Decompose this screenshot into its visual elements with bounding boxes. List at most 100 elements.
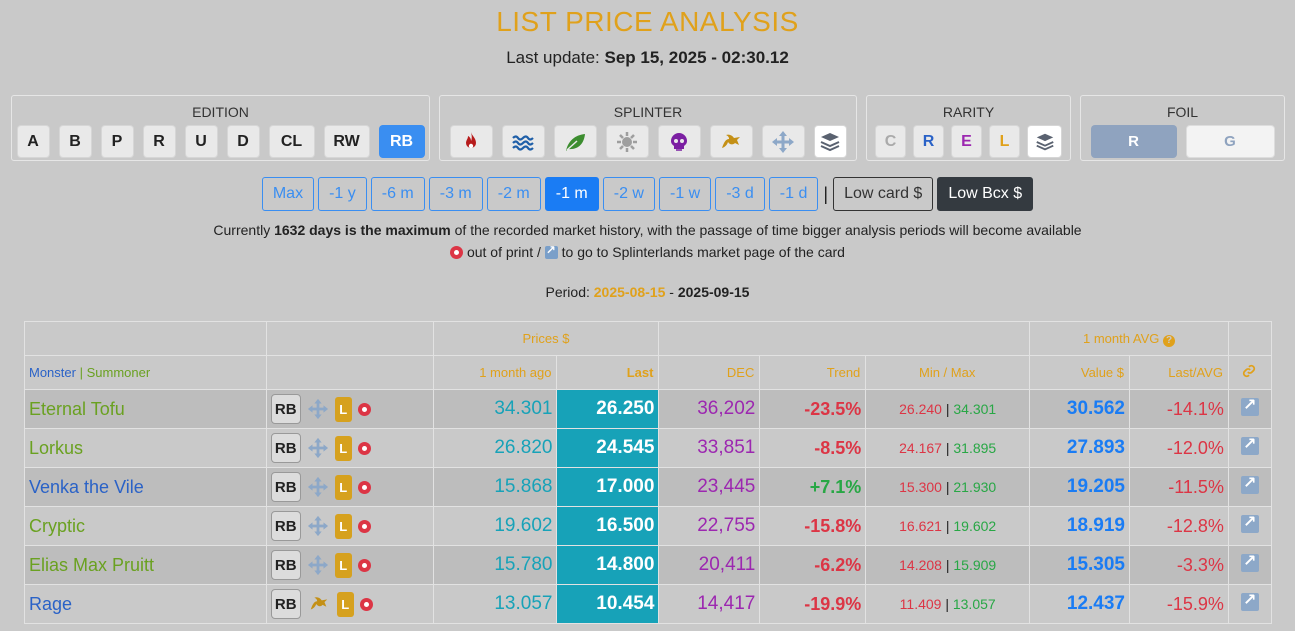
price-max: 21.930 xyxy=(953,479,997,495)
period-from: 2025-08-15 xyxy=(593,284,666,300)
edition-u-button[interactable]: U xyxy=(184,125,218,158)
card-name[interactable]: Rage xyxy=(24,584,267,624)
death-icon xyxy=(671,132,687,151)
rarity-filter: RARITY C R E L xyxy=(866,95,1071,161)
splinter-dragon-button[interactable] xyxy=(709,125,753,158)
splinter-all-button[interactable] xyxy=(813,125,847,158)
period-1m-button[interactable]: -1 m xyxy=(544,177,599,211)
period-max-button[interactable]: Max xyxy=(261,177,315,211)
period-6m-button[interactable]: -6 m xyxy=(370,177,425,211)
col-dec-header[interactable]: DEC xyxy=(658,355,761,390)
last-avg: -11.5% xyxy=(1129,467,1229,507)
splinter-water-button[interactable] xyxy=(501,125,545,158)
rarity-common-button[interactable]: C xyxy=(875,125,906,158)
splinter-fire-button[interactable] xyxy=(449,125,493,158)
col-ago-header[interactable]: 1 month ago xyxy=(432,355,558,390)
foil-gold-button[interactable]: G xyxy=(1185,125,1275,158)
dragon-icon xyxy=(722,134,740,148)
card-name[interactable]: Cryptic xyxy=(24,506,267,546)
col-lastavg-header[interactable]: Last/AVG xyxy=(1129,355,1229,390)
period-1y-button[interactable]: -1 y xyxy=(318,177,367,211)
price-min: 24.167 xyxy=(899,440,942,456)
col-last-header[interactable]: Last xyxy=(556,355,660,390)
period-1w-button[interactable]: -1 w xyxy=(658,177,712,211)
external-link-icon xyxy=(1240,512,1259,533)
card-name[interactable]: Elias Max Pruitt xyxy=(24,545,267,585)
splinter-death-button[interactable] xyxy=(657,125,701,158)
price-trend: +7.1% xyxy=(759,467,867,507)
edition-p-button[interactable]: P xyxy=(100,125,134,158)
avg-value: 18.919 xyxy=(1029,506,1131,546)
price-trend: -8.5% xyxy=(759,428,867,468)
out-of-print-icon xyxy=(357,519,371,533)
edition-d-button[interactable]: D xyxy=(226,125,260,158)
card-name[interactable]: Eternal Tofu xyxy=(24,389,267,429)
all-layers-icon xyxy=(1035,133,1054,150)
low-bcx-button[interactable]: Low Bcx $ xyxy=(937,177,1034,211)
market-link-button[interactable] xyxy=(1227,545,1273,585)
price-max: 13.057 xyxy=(952,596,996,612)
price-min: 26.240 xyxy=(899,401,942,417)
avg-group-label: 1 month AVG xyxy=(1083,330,1160,346)
table-row: Lorkus RB L 26.820 24.545 33,851 -8.5% 24.167 |… xyxy=(24,428,1273,468)
market-link-button[interactable] xyxy=(1227,428,1273,468)
foil-regular-button[interactable]: R xyxy=(1090,125,1177,158)
market-link-button[interactable] xyxy=(1227,389,1273,429)
market-link-button[interactable] xyxy=(1227,467,1273,507)
foil-filter: FOIL R G xyxy=(1080,95,1285,161)
splinter-earth-button[interactable] xyxy=(553,125,597,158)
col-value-header[interactable]: Value $ xyxy=(1029,355,1131,390)
edition-r-button[interactable]: R xyxy=(142,125,176,158)
price-dec: 22,755 xyxy=(658,506,761,546)
period-2w-button[interactable]: -2 w xyxy=(602,177,655,211)
low-card-button[interactable]: Low card $ xyxy=(833,177,934,211)
edition-badge: RB xyxy=(270,472,301,502)
period-2m-button[interactable]: -2 m xyxy=(486,177,541,211)
rarity-legendary-button[interactable]: L xyxy=(989,125,1020,158)
card-icons: RB L xyxy=(265,506,434,546)
col-monster-header[interactable]: Monster | Summoner xyxy=(24,355,267,390)
page-title: LIST PRICE ANALYSIS xyxy=(496,6,799,37)
card-icons: RB L xyxy=(265,545,434,585)
rarity-badge: L xyxy=(336,591,354,617)
rarity-title: RARITY xyxy=(942,104,995,120)
edition-badge: RB xyxy=(270,394,301,424)
price-minmax: 14.208 | 15.909 xyxy=(865,545,1031,585)
price-last: 26.250 xyxy=(556,389,660,429)
edition-cl-button[interactable]: CL xyxy=(268,125,315,158)
empty-cell xyxy=(24,321,267,356)
col-minmax-header[interactable]: Min / Max xyxy=(865,355,1031,390)
period-separator: | xyxy=(823,183,829,204)
edition-a-button[interactable]: A xyxy=(16,125,50,158)
splinter-neutral-button[interactable] xyxy=(761,125,805,158)
last-update-value: Sep 15, 2025 - 02:30.12 xyxy=(604,48,789,67)
splinter-life-button[interactable] xyxy=(605,125,649,158)
rarity-all-button[interactable] xyxy=(1027,125,1062,158)
edition-rb-button[interactable]: RB xyxy=(378,125,425,158)
price-table: Prices $ 1 month AVG ? Monster | Summone… xyxy=(24,321,1273,624)
card-name[interactable]: Venka the Vile xyxy=(24,467,267,507)
neutral-icon xyxy=(307,515,328,537)
price-1-month-ago: 34.301 xyxy=(432,389,558,429)
col-trend-header[interactable]: Trend xyxy=(759,355,867,390)
rarity-rare-button[interactable]: R xyxy=(913,125,944,158)
edition-rw-button[interactable]: RW xyxy=(323,125,370,158)
earth-icon xyxy=(566,133,585,151)
empty-cell xyxy=(265,321,434,356)
market-link-button[interactable] xyxy=(1227,584,1273,624)
help-icon[interactable]: ? xyxy=(1163,334,1175,347)
last-avg: -12.0% xyxy=(1129,428,1229,468)
external-link-icon xyxy=(1240,551,1259,572)
price-last: 24.545 xyxy=(556,428,660,468)
neutral-icon xyxy=(307,554,328,576)
edition-b-button[interactable]: B xyxy=(58,125,92,158)
market-link-button[interactable] xyxy=(1227,506,1273,546)
rarity-epic-button[interactable]: E xyxy=(951,125,982,158)
period-1d-button[interactable]: -1 d xyxy=(768,177,819,211)
period-3m-button[interactable]: -3 m xyxy=(428,177,483,211)
last-update: Last update: Sep 15, 2025 - 02:30.12 xyxy=(0,48,1295,68)
period-3d-button[interactable]: -3 d xyxy=(715,177,765,211)
card-name[interactable]: Lorkus xyxy=(24,428,267,468)
neutral-icon xyxy=(772,130,794,153)
edition-badge: RB xyxy=(270,589,301,619)
